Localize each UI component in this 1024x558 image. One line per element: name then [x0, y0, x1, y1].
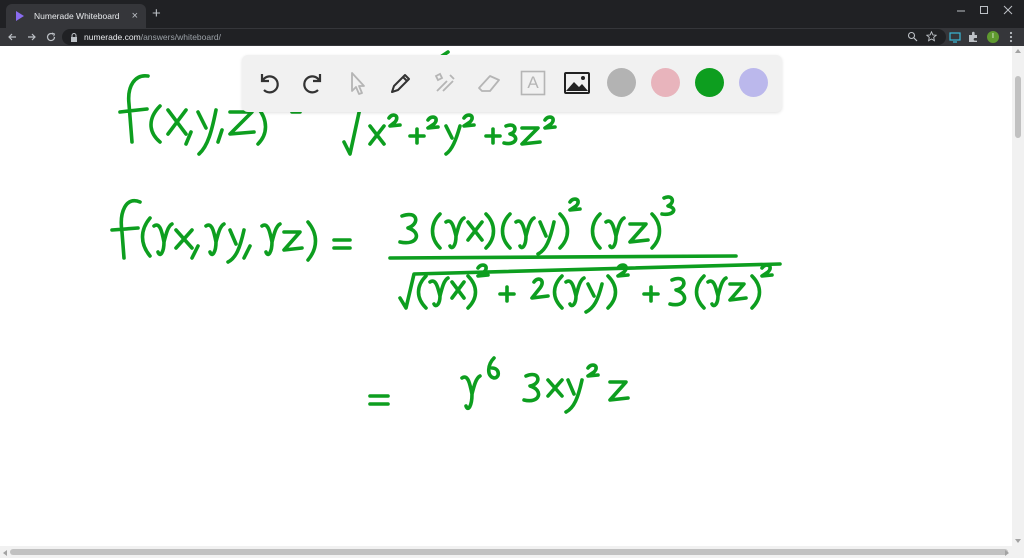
whiteboard-canvas[interactable]	[0, 46, 1012, 546]
eraser-icon[interactable]	[474, 68, 504, 98]
text-tool-glyph: A	[527, 73, 539, 92]
tab-title: Numerade Whiteboard	[34, 11, 120, 21]
undo-icon[interactable]	[254, 68, 284, 98]
color-swatch-green[interactable]	[695, 68, 724, 97]
extensions-icon[interactable]	[967, 31, 979, 43]
scroll-down-icon[interactable]	[1014, 538, 1022, 544]
whiteboard-toolbar: A	[242, 55, 782, 112]
url-host: numerade.com	[84, 32, 141, 42]
window-close-icon[interactable]	[1003, 5, 1013, 15]
text-tool[interactable]: A	[518, 68, 548, 98]
back-icon[interactable]	[7, 32, 17, 42]
bookmark-star-icon[interactable]	[926, 31, 937, 42]
new-tab-icon[interactable]: +	[152, 6, 161, 22]
scroll-up-icon[interactable]	[1014, 48, 1022, 54]
color-swatch-lavender[interactable]	[739, 68, 768, 97]
vertical-scroll-thumb[interactable]	[1015, 76, 1021, 138]
profile-avatar[interactable]: I	[987, 31, 999, 43]
cast-icon[interactable]	[949, 31, 961, 43]
color-swatch-gray[interactable]	[607, 68, 636, 97]
browser-toolbar: numerade.com/answers/whiteboard/ I	[0, 28, 1024, 46]
address-bar[interactable]: numerade.com/answers/whiteboard/	[62, 29, 946, 45]
tools-icon[interactable]	[430, 68, 460, 98]
scroll-left-icon[interactable]	[2, 549, 8, 557]
tab-numerade-whiteboard[interactable]: Numerade Whiteboard ×	[6, 4, 146, 28]
horizontal-scroll-thumb[interactable]	[10, 549, 1008, 555]
minimize-icon[interactable]	[956, 6, 966, 16]
menu-kebab-icon[interactable]	[1009, 31, 1013, 43]
numerade-favicon-icon	[16, 11, 24, 21]
zoom-icon[interactable]	[907, 31, 918, 42]
reload-icon[interactable]	[46, 32, 56, 42]
color-swatch-pink[interactable]	[651, 68, 680, 97]
forward-icon[interactable]	[27, 32, 37, 42]
lock-icon	[71, 32, 77, 42]
tab-close-icon[interactable]: ×	[132, 10, 138, 22]
pointer-icon[interactable]	[342, 68, 372, 98]
scroll-right-icon[interactable]	[1004, 549, 1010, 557]
tab-strip: Numerade Whiteboard × +	[0, 0, 1024, 28]
maximize-icon[interactable]	[979, 5, 989, 15]
redo-icon[interactable]	[298, 68, 328, 98]
image-icon[interactable]	[562, 68, 592, 98]
pen-icon[interactable]	[386, 68, 416, 98]
url-path: /answers/whiteboard/	[140, 32, 222, 42]
